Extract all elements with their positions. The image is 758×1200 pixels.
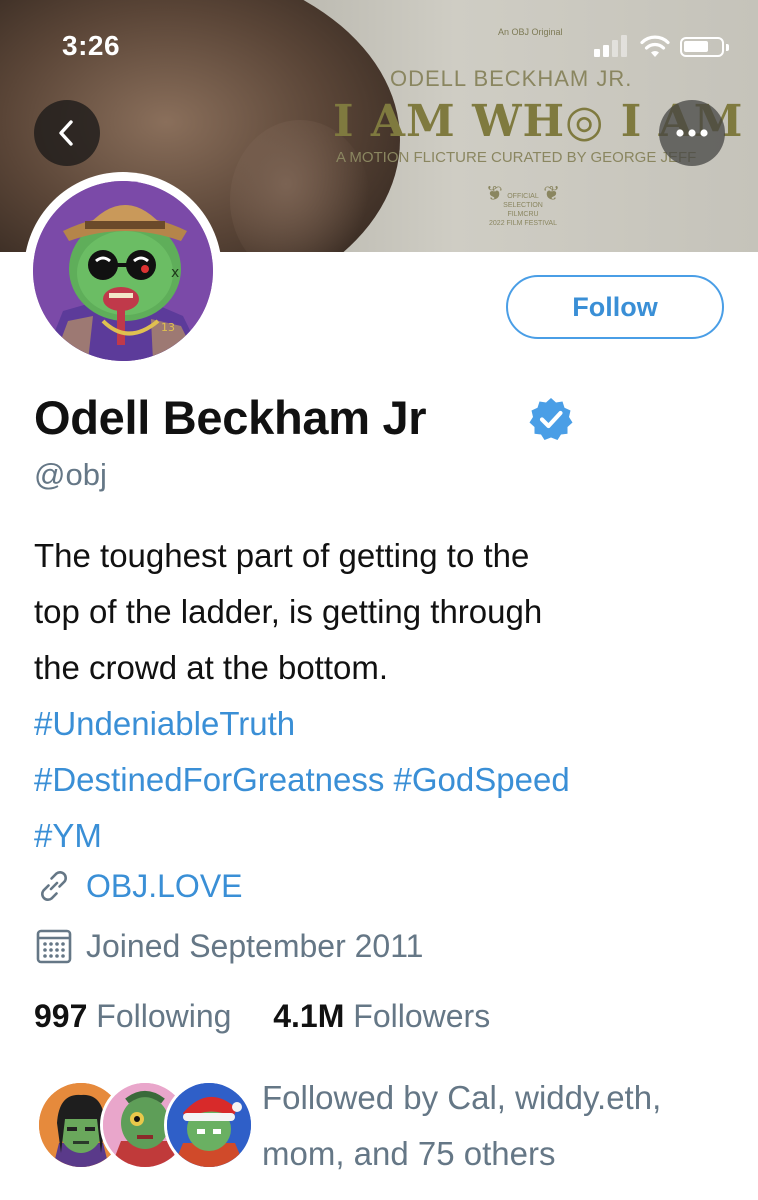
website-link[interactable]: OBJ.LOVE bbox=[86, 868, 243, 905]
profile-bio: The toughest part of getting to the top … bbox=[34, 528, 734, 864]
followed-by-avatars[interactable] bbox=[36, 1080, 254, 1170]
avatar-image: 13 x bbox=[33, 181, 213, 361]
follower-avatar bbox=[164, 1080, 254, 1170]
follow-counts: 997 Following 4.1M Followers bbox=[34, 998, 490, 1035]
profile-avatar[interactable]: 13 x bbox=[24, 172, 222, 370]
svg-text:13: 13 bbox=[161, 321, 175, 334]
followed-by-text[interactable]: Followed by Cal, widdy.eth, mom, and 75 … bbox=[262, 1070, 742, 1182]
ellipsis-icon bbox=[676, 129, 708, 137]
status-icons bbox=[594, 33, 734, 61]
followers-link[interactable]: 4.1M Followers bbox=[264, 998, 490, 1034]
verified-badge-icon bbox=[529, 398, 573, 440]
following-count: 997 bbox=[34, 998, 88, 1034]
followed-by-line: mom, and 75 others bbox=[262, 1135, 556, 1172]
followed-by-line: Followed by Cal, widdy.eth, bbox=[262, 1079, 662, 1116]
wifi-icon bbox=[640, 35, 670, 57]
status-time: 3:26 bbox=[62, 30, 121, 61]
chevron-left-icon bbox=[59, 120, 73, 146]
hashtag-link[interactable]: #YM bbox=[34, 817, 102, 854]
banner-small-text: An OBJ Original bbox=[498, 27, 563, 37]
bio-line: The toughest part of getting to the bbox=[34, 537, 530, 574]
bio-line: top of the ladder, is getting through bbox=[34, 593, 543, 630]
following-label: Following bbox=[96, 998, 232, 1034]
link-icon bbox=[41, 871, 67, 901]
zombie-avatar-art: 13 x bbox=[33, 181, 213, 361]
cellular-signal-icon bbox=[594, 33, 630, 59]
laurel-text: OFFICIAL SELECTION FILMCRU 2022 FILM FES… bbox=[489, 193, 557, 227]
profile-handle: @obj bbox=[34, 457, 107, 492]
more-options-button[interactable] bbox=[659, 100, 725, 166]
website-row: OBJ.LOVE bbox=[34, 866, 243, 906]
following-link[interactable]: 997 Following bbox=[34, 998, 240, 1034]
followers-label: Followers bbox=[353, 998, 491, 1034]
hashtag-link[interactable]: #GodSpeed bbox=[394, 761, 570, 798]
banner-laurel: OFFICIAL SELECTION FILMCRU 2022 FILM FES… bbox=[488, 186, 560, 227]
banner-subtitle: ODELL BECKHAM JR. bbox=[390, 66, 633, 91]
battery-icon bbox=[680, 37, 729, 57]
display-name: Odell Beckham Jr bbox=[34, 391, 427, 444]
followers-count: 4.1M bbox=[273, 998, 345, 1034]
joined-date: Joined September 2011 bbox=[86, 927, 424, 964]
banner-tagline: A MOTION FLICTURE CURATED BY GEORGE JEFF bbox=[336, 149, 697, 166]
svg-text:x: x bbox=[171, 265, 179, 281]
hashtag-link[interactable]: #DestinedForGreatness bbox=[34, 761, 384, 798]
joined-row: Joined September 2011 bbox=[34, 926, 423, 966]
back-button[interactable] bbox=[34, 100, 100, 166]
follow-button[interactable]: Follow bbox=[506, 275, 724, 339]
hashtag-link[interactable]: #UndeniableTruth bbox=[34, 705, 295, 742]
bio-line: the crowd at the bottom. bbox=[34, 649, 389, 686]
calendar-icon bbox=[36, 929, 72, 964]
